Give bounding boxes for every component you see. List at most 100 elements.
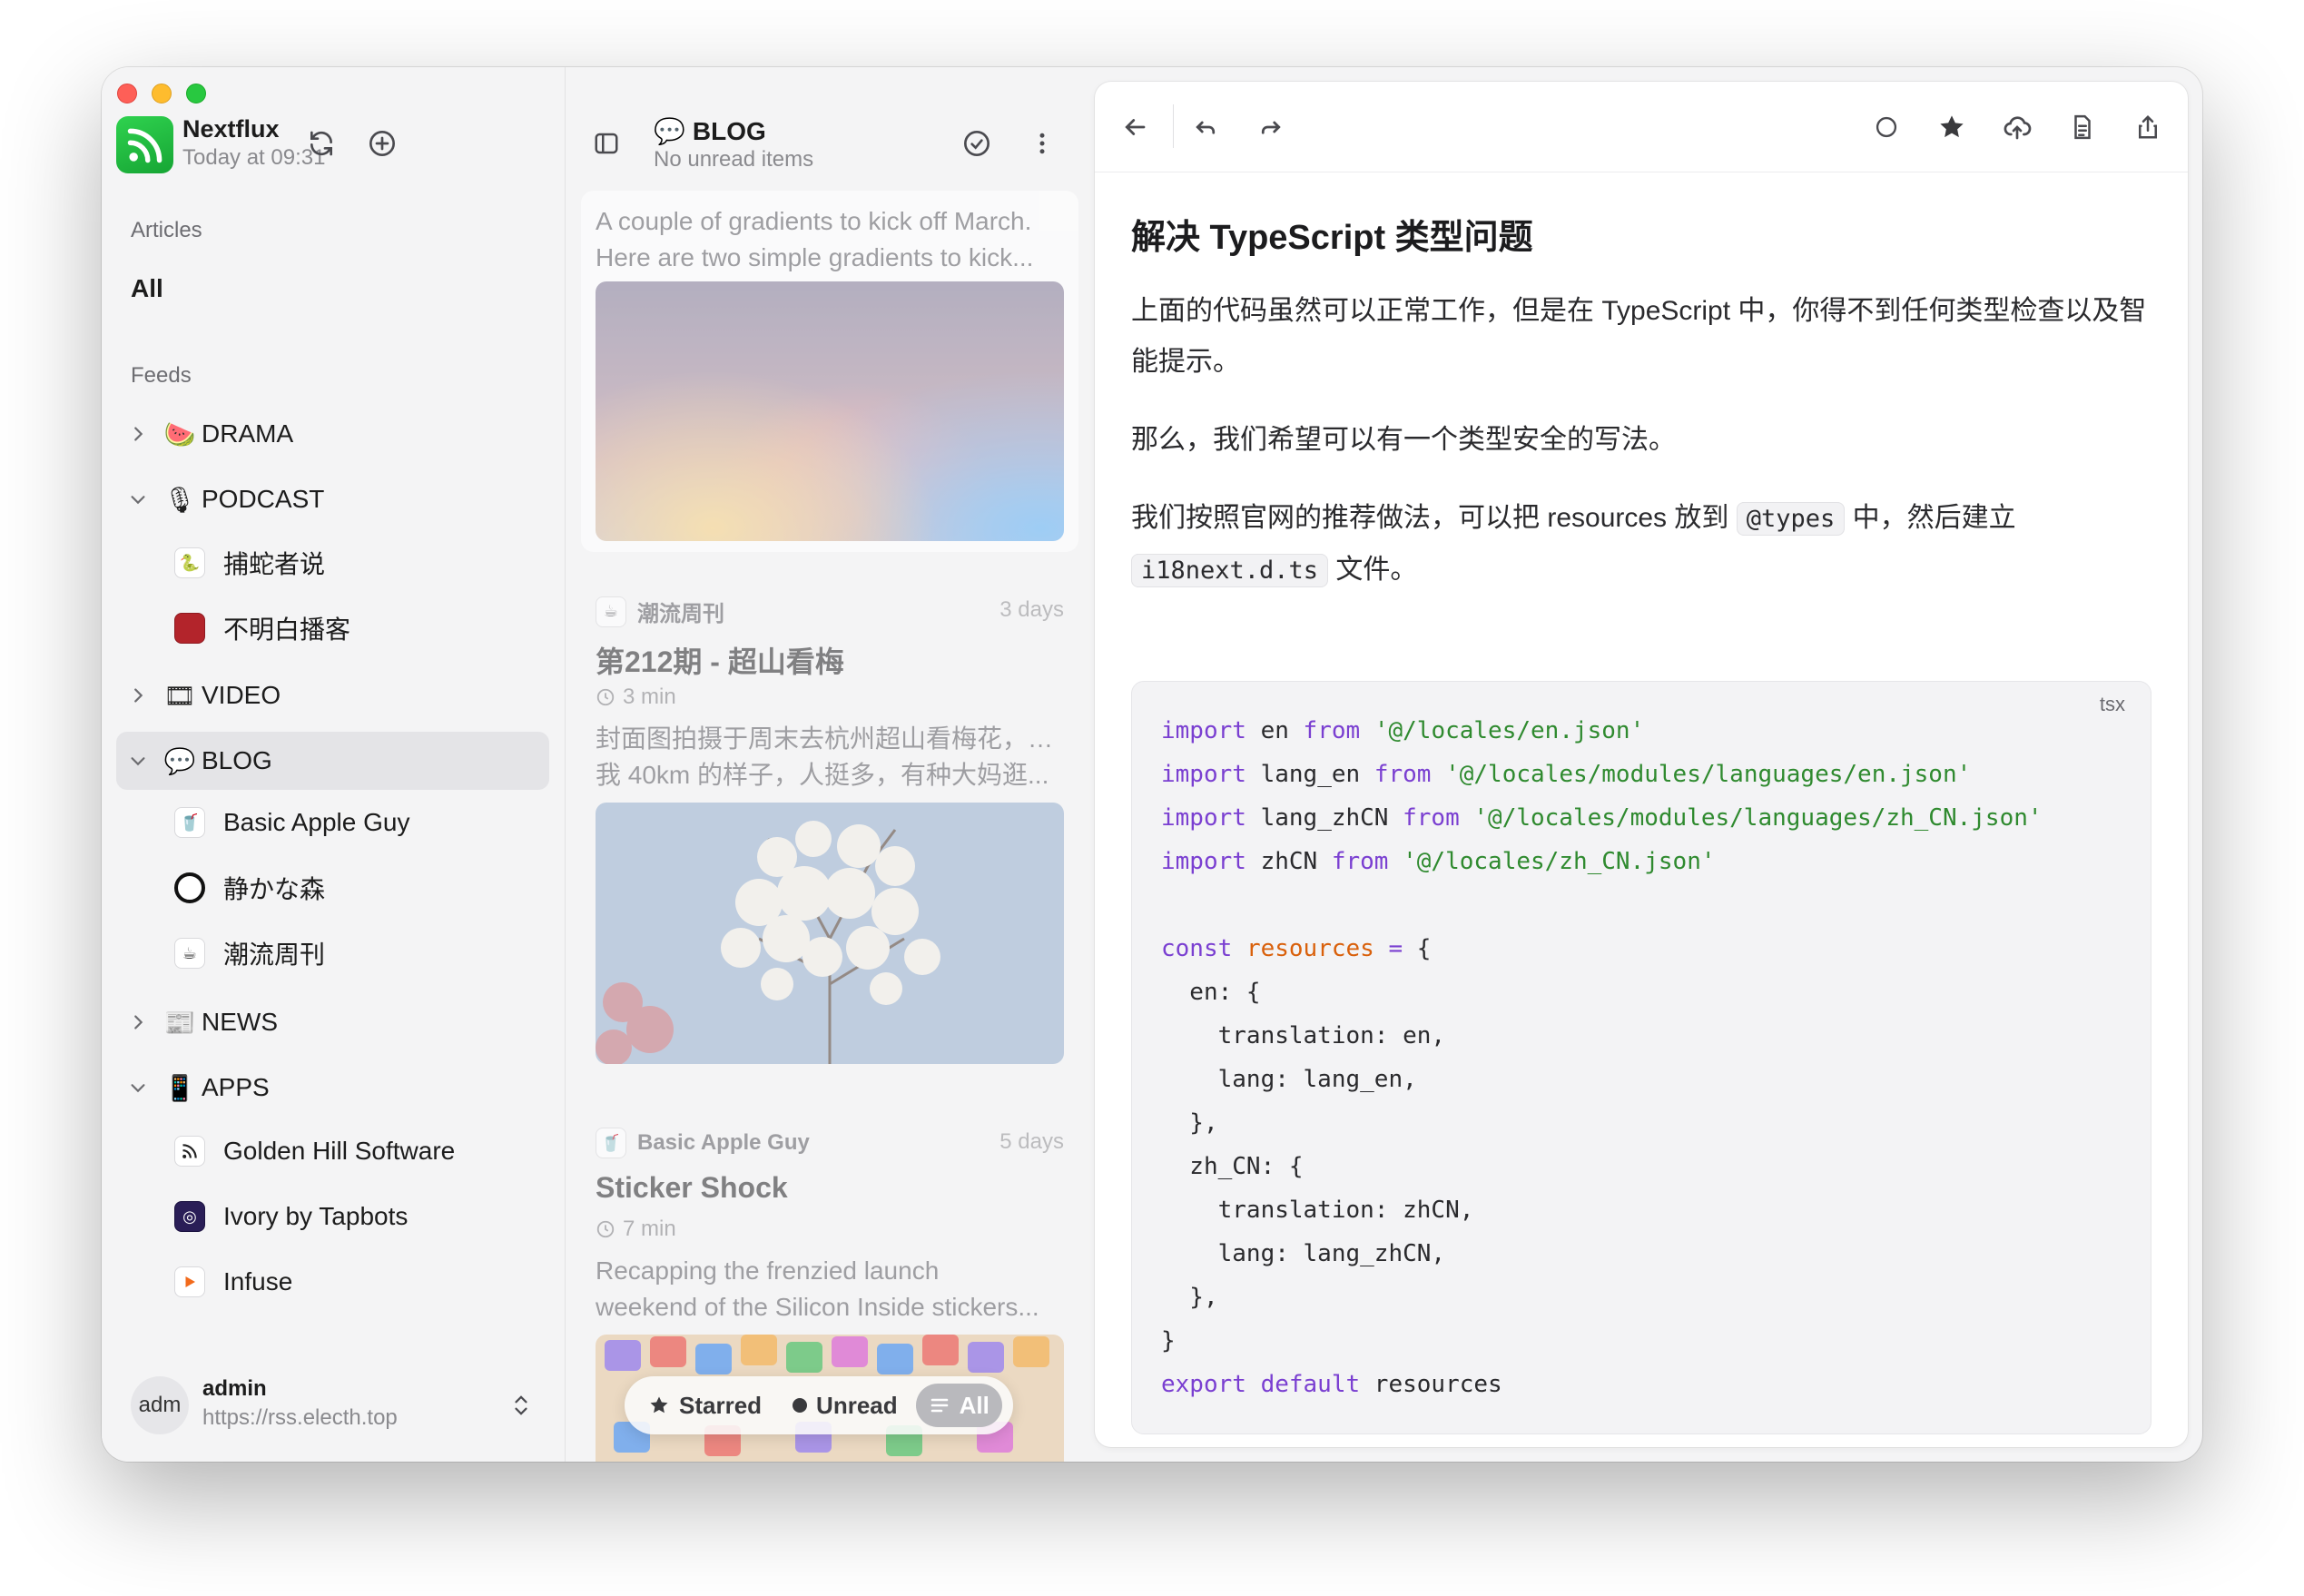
zoom-window-button[interactable]	[186, 84, 206, 103]
app-name: Nextflux	[182, 115, 280, 143]
fetch-content-button[interactable]	[2063, 107, 2102, 147]
star-icon	[1940, 115, 1964, 138]
feed-item-bushe[interactable]: 🐍 捕蛇者说	[174, 536, 549, 590]
filter-unread[interactable]: Unread	[780, 1384, 911, 1427]
category-podcast[interactable]: 🎙 PODCAST	[116, 470, 549, 528]
article-title: Sticker Shock	[596, 1171, 788, 1204]
feeds-section-label: Feeds	[131, 363, 192, 388]
category-label: DRAMA	[202, 419, 294, 448]
article-excerpt: Recapping the frenzied launch weekend of…	[596, 1256, 1039, 1321]
undo-arrow-icon	[1196, 121, 1216, 134]
code-line: zh_CN: {	[1161, 1153, 1304, 1180]
save-to-cloud-button[interactable]	[1997, 107, 2037, 147]
cup-icon: 🥤	[174, 807, 205, 838]
feed-item-bumingbai[interactable]: 不明白播客	[174, 601, 549, 655]
add-feed-button[interactable]	[362, 123, 402, 163]
feed-item-chaoliu-weekly[interactable]: ☕ 潮流周刊	[174, 926, 549, 980]
feed-item-infuse[interactable]: Infuse	[174, 1255, 549, 1309]
document-icon	[2074, 114, 2091, 140]
next-article-button[interactable]	[1251, 107, 1291, 147]
article-card[interactable]: A couple of gradients to kick off March.…	[581, 191, 1078, 552]
feed-item-shizukana-mori[interactable]: 静かな森	[174, 861, 549, 915]
phone-icon: 📱	[163, 1072, 196, 1103]
newspaper-icon: 📰	[163, 1007, 196, 1038]
microphone-icon: 🎙	[163, 484, 196, 515]
minimize-window-button[interactable]	[152, 84, 172, 103]
code-line: translation: en,	[1161, 1022, 1446, 1049]
category-label: BLOG	[202, 746, 272, 774]
code-line: }	[1161, 1327, 1176, 1355]
server-url: https://rss.electh.top	[202, 1405, 398, 1430]
cup-icon: ☕	[596, 596, 626, 627]
feed-label: 静かな森	[223, 875, 326, 903]
account-menu-button[interactable]	[501, 1385, 541, 1425]
category-blog[interactable]: 💬 BLOG	[116, 732, 549, 790]
chevron-right-icon[interactable]	[116, 424, 160, 444]
star-button[interactable]	[1932, 107, 1972, 147]
article-excerpt: 封面图拍摄于周末去杭州超山看梅花，距离 我 40km 的样子，人挺多，有种大妈逛…	[596, 724, 1064, 789]
share-button[interactable]	[2128, 107, 2168, 147]
category-video[interactable]: 🎞 VIDEO	[116, 666, 549, 724]
cup-icon: ☕	[174, 938, 205, 969]
avatar[interactable]: adm	[131, 1376, 189, 1434]
feed-label: 捕蛇者说	[223, 550, 326, 578]
article-card[interactable]: ☕ 潮流周刊 3 days 第212期 - 超山看梅 3 min 封面图拍摄于周…	[581, 596, 1078, 1140]
article-reader: 解决 TypeScript 类型问题 上面的代码虽然可以正常工作，但是在 Typ…	[1095, 82, 2188, 1447]
reader-toolbar	[1095, 82, 2188, 172]
code-line: lang: lang_zhCN,	[1161, 1240, 1446, 1267]
previous-article-button[interactable]	[1186, 107, 1226, 147]
mark-unread-button[interactable]	[1866, 107, 1906, 147]
category-drama[interactable]: 🍉 DRAMA	[116, 405, 549, 463]
nav-all-articles[interactable]: All	[131, 274, 163, 303]
rss-logo-icon	[116, 116, 173, 173]
reading-time: 3 min	[596, 685, 676, 710]
plus-circle-icon	[369, 131, 395, 156]
ring-icon	[174, 872, 205, 903]
back-button[interactable]	[1115, 107, 1155, 147]
chevron-down-icon[interactable]	[116, 489, 160, 509]
category-label: VIDEO	[202, 681, 281, 709]
feed-label: Ivory by Tapbots	[223, 1202, 409, 1230]
category-news[interactable]: 📰 NEWS	[116, 993, 549, 1051]
reading-time: 7 min	[596, 1217, 676, 1242]
article-source: 🥤 Basic Apple Guy	[596, 1128, 810, 1158]
film-icon: 🎞	[163, 680, 196, 711]
feed-item-golden-hill[interactable]: Golden Hill Software	[174, 1124, 549, 1178]
feed-label: Golden Hill Software	[223, 1137, 456, 1165]
chevron-down-icon[interactable]	[116, 1078, 160, 1098]
chevron-right-icon[interactable]	[116, 1012, 160, 1032]
article-thumbnail	[596, 803, 1064, 1064]
ivory-icon: ◎	[174, 1201, 205, 1232]
toggle-sidebar-button[interactable]	[586, 123, 626, 163]
unread-status: No unread items	[654, 147, 814, 172]
chevron-right-icon[interactable]	[116, 685, 160, 705]
category-apps[interactable]: 📱 APPS	[116, 1059, 549, 1117]
user-name: admin	[202, 1376, 267, 1401]
feed-item-basic-apple-guy[interactable]: 🥤 Basic Apple Guy	[174, 795, 549, 850]
chevron-up-down-icon	[515, 1395, 527, 1415]
mark-all-read-button[interactable]	[957, 123, 997, 163]
more-options-button[interactable]	[1022, 123, 1062, 163]
play-icon	[174, 1266, 205, 1297]
app-window: Nextflux Today at 09:31 Articles All Fee…	[102, 67, 2202, 1462]
cup-icon: 🥤	[596, 1128, 626, 1158]
code-line: const resources = {	[1161, 935, 1432, 962]
cloud-upload-icon	[2004, 116, 2032, 140]
refresh-button[interactable]	[301, 123, 341, 163]
code-lines: import en from '@/locales/en.json' import…	[1161, 709, 2043, 1406]
chevron-down-icon[interactable]	[116, 751, 160, 771]
clock-icon	[596, 1220, 615, 1238]
code-line: export default resources	[1161, 1371, 1502, 1398]
feed-item-ivory[interactable]: ◎ Ivory by Tapbots	[174, 1189, 549, 1244]
close-window-button[interactable]	[117, 84, 137, 103]
article-date: 3 days	[999, 597, 1064, 622]
code-line: ​	[1161, 883, 2043, 927]
article-date: 5 days	[999, 1129, 1064, 1154]
filter-starred[interactable]: Starred	[635, 1384, 774, 1427]
star-icon	[650, 1396, 668, 1414]
toolbar-divider	[1173, 104, 1174, 148]
article-paragraph: 那么，我们希望可以有一个类型安全的写法。	[1131, 425, 1676, 455]
more-vertical-icon	[1039, 133, 1045, 154]
filter-all[interactable]: All	[915, 1384, 1002, 1427]
article-content: 解决 TypeScript 类型问题 上面的代码虽然可以正常工作，但是在 Typ…	[1131, 209, 2151, 624]
